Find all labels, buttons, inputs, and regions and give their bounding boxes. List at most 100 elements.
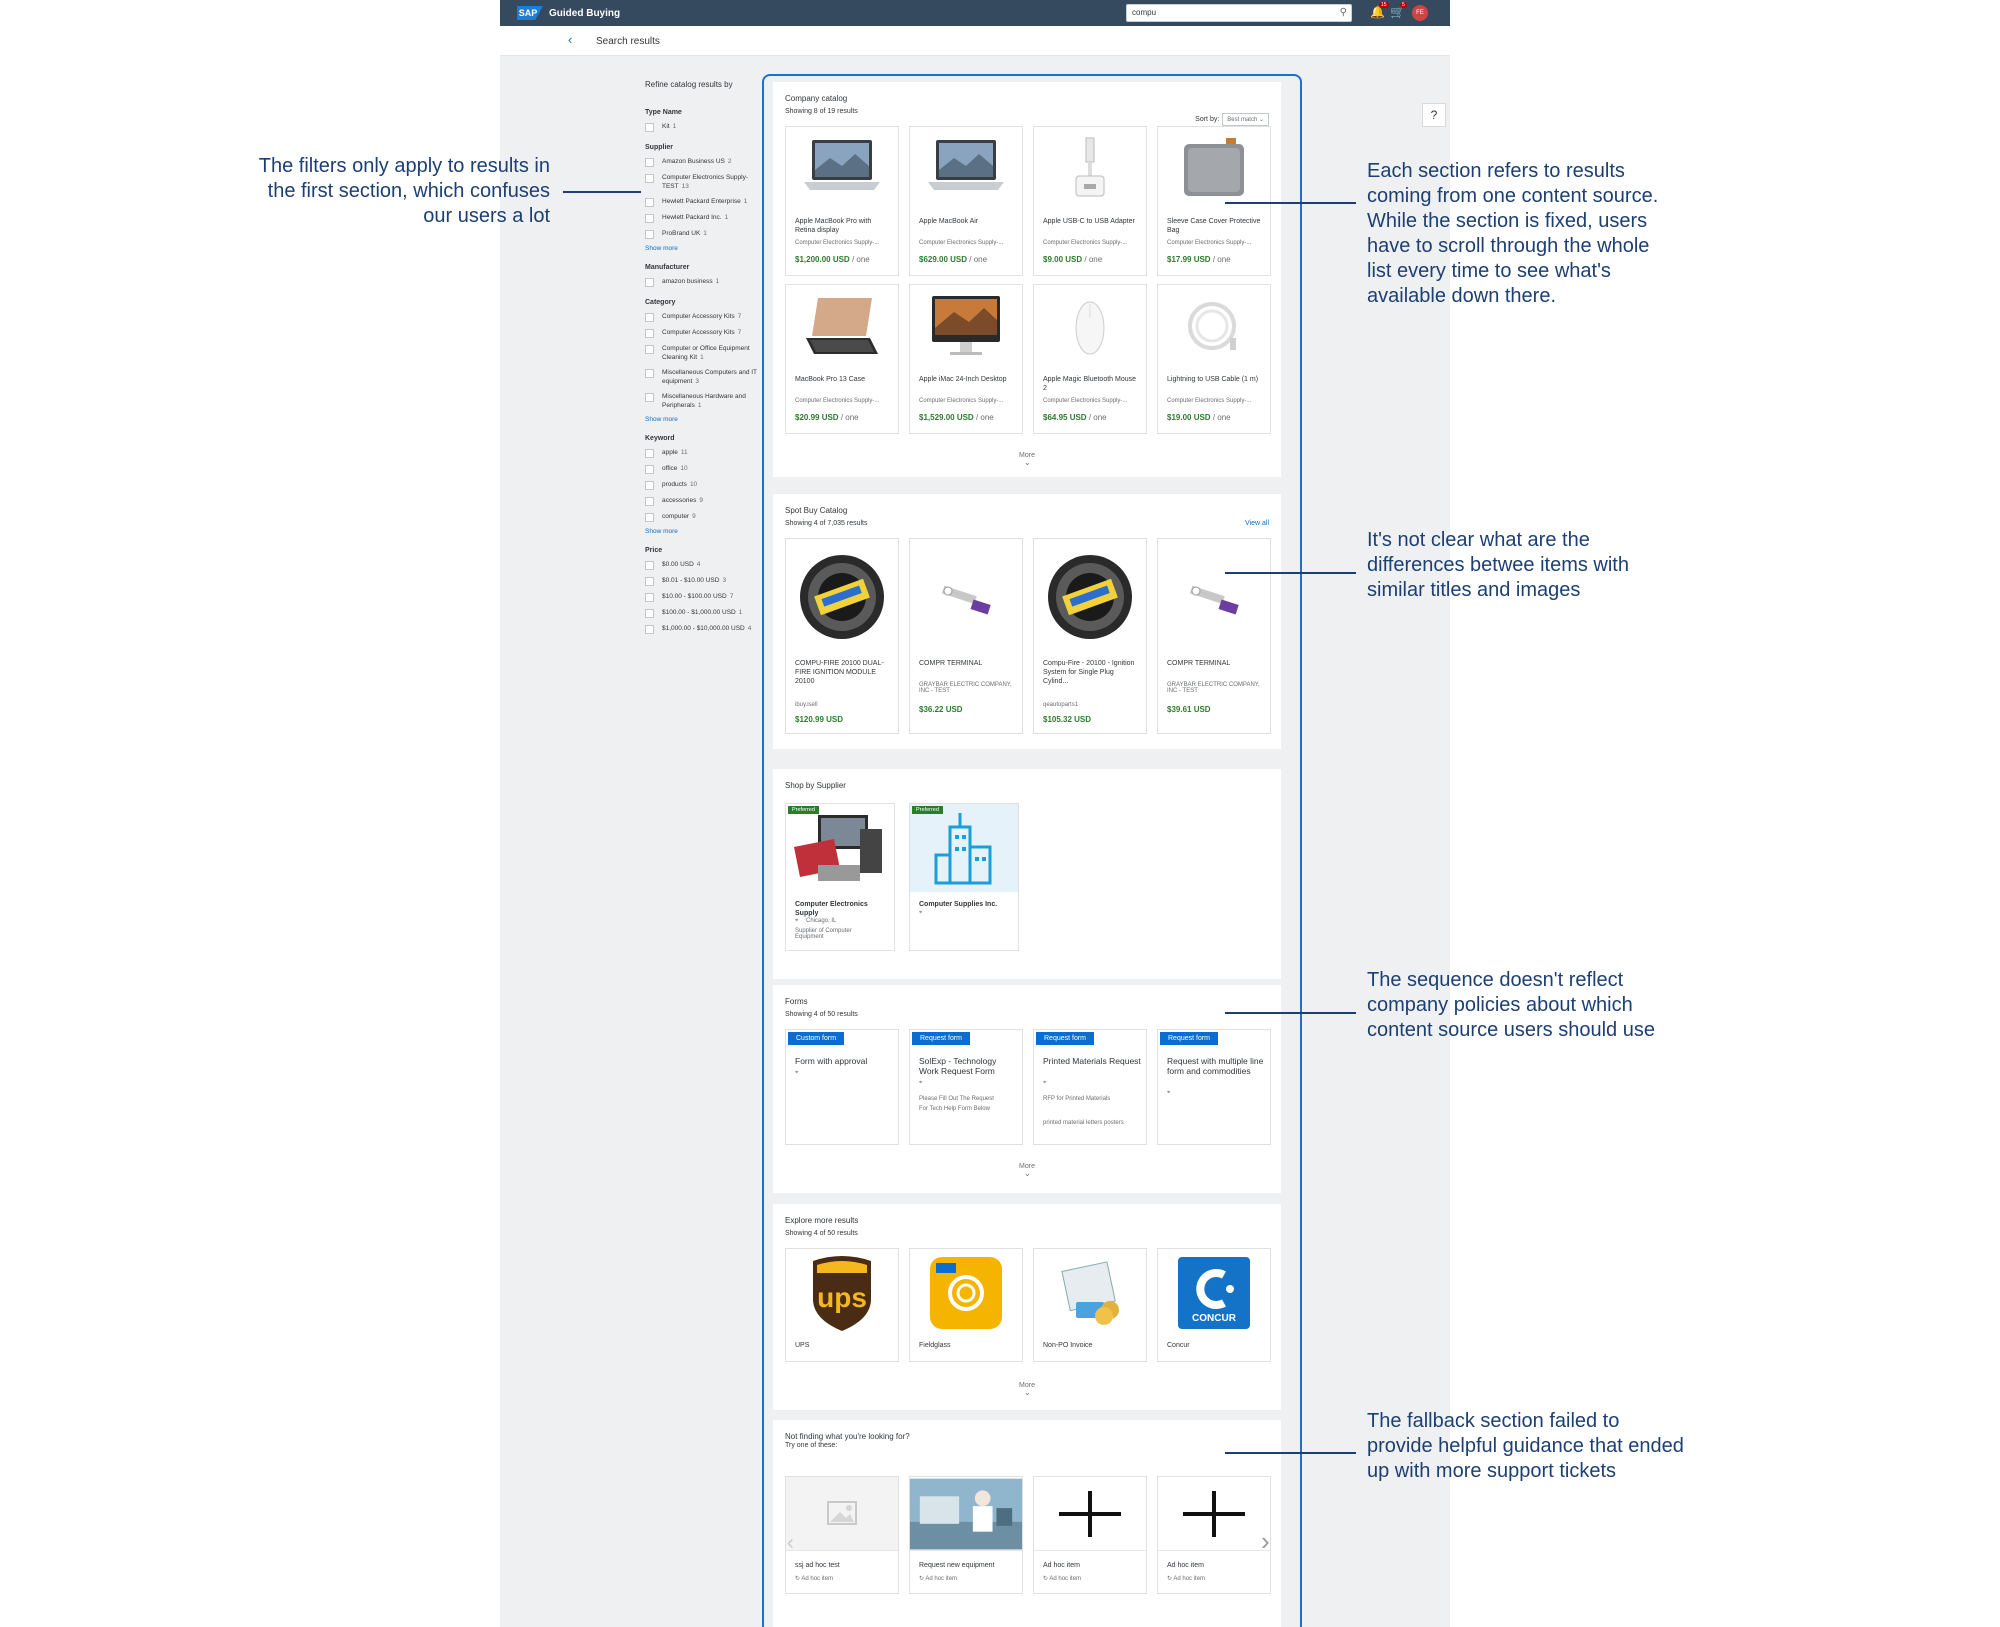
product-card[interactable]: Lightning to USB Cable (1 m) Computer Ele… xyxy=(1157,284,1271,434)
filter-checkbox[interactable] xyxy=(645,513,654,522)
product-title[interactable]: COMPR TERMINAL xyxy=(1167,659,1265,668)
product-title[interactable]: Apple MacBook Air xyxy=(919,217,1017,226)
show-more-link[interactable]: Show more xyxy=(645,245,765,252)
filter-option[interactable]: Miscellaneous Hardware and Peripherals 1 xyxy=(645,392,765,410)
form-card[interactable]: Custom form Form with approval ⌖ xyxy=(785,1029,899,1145)
product-title[interactable]: COMPU-FIRE 20100 DUAL-FIRE IGNITION MODU… xyxy=(795,659,893,686)
fallback-label[interactable]: Ad hoc item xyxy=(1043,1561,1141,1570)
product-title[interactable]: Sleeve Case Cover Protective Bag xyxy=(1167,217,1265,235)
product-card[interactable]: Apple Magic Bluetooth Mouse 2 Computer El… xyxy=(1033,284,1147,434)
explore-card[interactable]: Fieldglass xyxy=(909,1248,1023,1362)
carousel-prev-icon[interactable]: ‹ xyxy=(787,1532,794,1555)
filter-checkbox[interactable] xyxy=(645,313,654,322)
spot-buy-card[interactable]: Compu-Fire - 20100 - Ignition System for… xyxy=(1033,538,1147,734)
form-title[interactable]: SolExp - Technology Work Request Form xyxy=(919,1056,1017,1076)
sort-select[interactable]: Best match ⌄ xyxy=(1222,113,1269,126)
filter-option[interactable]: amazon business 1 xyxy=(645,277,765,287)
avatar[interactable]: FE xyxy=(1412,5,1428,21)
filter-option[interactable]: ProBrand UK 1 xyxy=(645,229,765,239)
form-card[interactable]: Request form SolExp - Technology Work Req… xyxy=(909,1029,1023,1145)
supplier-name[interactable]: Computer Electronics Supply xyxy=(795,900,887,918)
product-card[interactable]: Apple iMac 24-Inch Desktop Computer Elect… xyxy=(909,284,1023,434)
product-card[interactable]: Apple USB-C to USB Adapter Computer Elect… xyxy=(1033,126,1147,276)
product-title[interactable]: Lightning to USB Cable (1 m) xyxy=(1167,375,1265,384)
fallback-label[interactable]: ssj ad hoc test xyxy=(795,1561,893,1570)
filter-option[interactable]: products 10 xyxy=(645,480,765,490)
filter-option[interactable]: Computer or Office Equipment Cleaning Ki… xyxy=(645,344,765,362)
filter-option[interactable]: $1,000.00 - $10,000.00 USD 4 xyxy=(645,624,765,634)
explore-label[interactable]: UPS xyxy=(795,1341,893,1350)
filter-checkbox[interactable] xyxy=(645,369,654,378)
explore-label[interactable]: Fieldglass xyxy=(919,1341,1017,1350)
filter-checkbox[interactable] xyxy=(645,449,654,458)
filter-checkbox[interactable] xyxy=(645,465,654,474)
filter-option[interactable]: apple 11 xyxy=(645,448,765,458)
filter-checkbox[interactable] xyxy=(645,158,654,167)
filter-option[interactable]: $0.01 - $10.00 USD 3 xyxy=(645,576,765,586)
fallback-card[interactable]: ssj ad hoc test ↻ Ad hoc item xyxy=(785,1476,899,1594)
filter-option[interactable]: Hewlett Packard Enterprise 1 xyxy=(645,197,765,207)
filter-option[interactable]: Computer Electronics Supply-TEST 13 xyxy=(645,173,765,191)
filter-checkbox[interactable] xyxy=(645,174,654,183)
fallback-label[interactable]: Request new equipment xyxy=(919,1561,1017,1570)
filter-checkbox[interactable] xyxy=(645,497,654,506)
sap-logo[interactable]: SAP xyxy=(517,6,543,20)
form-card[interactable]: Request form Request with multiple line f… xyxy=(1157,1029,1271,1145)
filter-option[interactable]: Computer Accessory Kits 7 xyxy=(645,328,765,338)
filter-option[interactable]: $100.00 - $1,000.00 USD 1 xyxy=(645,608,765,618)
fallback-card[interactable]: Ad hoc item ↻ Ad hoc item xyxy=(1157,1476,1271,1594)
fallback-card[interactable]: Request new equipment ↻ Ad hoc item xyxy=(909,1476,1023,1594)
product-title[interactable]: Apple MacBook Pro with Retina display xyxy=(795,217,893,235)
search-icon[interactable]: ⚲ xyxy=(1340,7,1347,18)
filter-option[interactable]: Miscellaneous Computers and IT equipment… xyxy=(645,368,765,386)
spot-buy-card[interactable]: COMPU-FIRE 20100 DUAL-FIRE IGNITION MODU… xyxy=(785,538,899,734)
back-chevron-icon[interactable]: ‹ xyxy=(568,32,572,47)
fallback-label[interactable]: Ad hoc item xyxy=(1167,1561,1265,1570)
explore-label[interactable]: Concur xyxy=(1167,1341,1265,1350)
form-title[interactable]: Form with approval xyxy=(795,1056,893,1066)
filter-option[interactable]: Kit 1 xyxy=(645,122,765,132)
show-more-link[interactable]: Show more xyxy=(645,528,765,535)
form-card[interactable]: Request form Printed Materials Request ⌖ RF… xyxy=(1033,1029,1147,1145)
filter-checkbox[interactable] xyxy=(645,329,654,338)
filter-checkbox[interactable] xyxy=(645,278,654,287)
product-title[interactable]: COMPR TERMINAL xyxy=(919,659,1017,668)
filter-option[interactable]: Computer Accessory Kits 7 xyxy=(645,312,765,322)
product-title[interactable]: Compu-Fire - 20100 - Ignition System for… xyxy=(1043,659,1141,686)
filter-option[interactable]: computer 9 xyxy=(645,512,765,522)
help-button[interactable]: ? xyxy=(1422,103,1446,127)
filter-checkbox[interactable] xyxy=(645,561,654,570)
product-title[interactable]: Apple Magic Bluetooth Mouse 2 xyxy=(1043,375,1141,393)
fallback-card[interactable]: Ad hoc item ↻ Ad hoc item xyxy=(1033,1476,1147,1594)
filter-checkbox[interactable] xyxy=(645,214,654,223)
product-title[interactable]: MacBook Pro 13 Case xyxy=(795,375,893,384)
spot-buy-card[interactable]: COMPR TERMINAL GRAYBAR ELECTRIC COMPANY, … xyxy=(1157,538,1271,734)
explore-card[interactable]: Non-PO Invoice xyxy=(1033,1248,1147,1362)
form-title[interactable]: Printed Materials Request xyxy=(1043,1056,1141,1066)
filter-option[interactable]: Hewlett Packard Inc. 1 xyxy=(645,213,765,223)
filter-checkbox[interactable] xyxy=(645,393,654,402)
product-card[interactable]: Apple MacBook Pro with Retina display Com… xyxy=(785,126,899,276)
filter-option[interactable]: Amazon Business US 2 xyxy=(645,157,765,167)
filter-checkbox[interactable] xyxy=(645,481,654,490)
filter-option[interactable]: office 10 xyxy=(645,464,765,474)
search-input[interactable]: compu ⚲ xyxy=(1126,4,1352,22)
form-title[interactable]: Request with multiple line form and comm… xyxy=(1167,1056,1265,1076)
filter-checkbox[interactable] xyxy=(645,345,654,354)
product-card[interactable]: MacBook Pro 13 Case Computer Electronics … xyxy=(785,284,899,434)
filter-checkbox[interactable] xyxy=(645,123,654,132)
filter-checkbox[interactable] xyxy=(645,198,654,207)
filter-option[interactable]: accessories 9 xyxy=(645,496,765,506)
filter-option[interactable]: $0.00 USD 4 xyxy=(645,560,765,570)
filter-option[interactable]: $10.00 - $100.00 USD 7 xyxy=(645,592,765,602)
filter-checkbox[interactable] xyxy=(645,625,654,634)
spot-buy-card[interactable]: COMPR TERMINAL GRAYBAR ELECTRIC COMPANY, … xyxy=(909,538,1023,734)
supplier-card[interactable]: Preferred Computer Supplies Inc. ⌖ xyxy=(909,803,1019,951)
filter-checkbox[interactable] xyxy=(645,230,654,239)
explore-card[interactable]: ups UPS xyxy=(785,1248,899,1362)
product-card[interactable]: Apple MacBook Air Computer Electronics Su… xyxy=(909,126,1023,276)
filter-checkbox[interactable] xyxy=(645,577,654,586)
show-more-link[interactable]: Show more xyxy=(645,416,765,423)
supplier-card[interactable]: Preferred Computer Electronics Supply ⌖ Chi… xyxy=(785,803,895,951)
explore-label[interactable]: Non-PO Invoice xyxy=(1043,1341,1141,1350)
